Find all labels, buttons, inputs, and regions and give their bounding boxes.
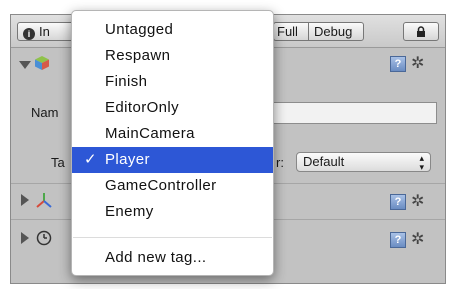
lock-button[interactable] xyxy=(403,22,439,41)
clock-icon xyxy=(36,230,52,246)
expand-icon[interactable] xyxy=(21,232,29,244)
layer-value: Default xyxy=(303,154,345,169)
collapse-icon[interactable] xyxy=(19,61,31,69)
menu-item-label: Player xyxy=(105,151,150,168)
help-icon[interactable]: ? xyxy=(390,232,406,248)
menu-item-enemy[interactable]: Enemy xyxy=(72,199,273,225)
menu-item-respawn[interactable]: Respawn xyxy=(72,43,273,69)
info-icon: i xyxy=(23,28,35,40)
menu-item-label: Untagged xyxy=(105,21,174,38)
updown-arrows-icon: ▴ ▾ xyxy=(419,153,424,172)
layer-label: r: xyxy=(276,155,284,170)
normal-mode-label: Full xyxy=(277,24,298,39)
lock-icon xyxy=(417,26,425,37)
name-label: Nam xyxy=(31,105,59,120)
checkmark-icon: ✓ xyxy=(84,151,97,168)
normal-mode-button[interactable]: Full xyxy=(273,22,309,41)
menu-separator xyxy=(73,237,272,238)
menu-item-label: EditorOnly xyxy=(105,99,180,116)
menu-item-maincamera[interactable]: MainCamera xyxy=(72,121,273,147)
gear-icon[interactable]: ✲ xyxy=(411,191,424,211)
debug-mode-label: Debug xyxy=(314,24,353,39)
layer-dropdown[interactable]: Default ▴ ▾ xyxy=(296,152,431,172)
menu-item-label: Add new tag... xyxy=(105,249,207,266)
expand-icon[interactable] xyxy=(21,194,29,206)
inspector-tab[interactable]: i In xyxy=(17,22,75,41)
tag-dropdown-menu: Untagged Respawn Finish EditorOnly MainC… xyxy=(71,10,274,276)
name-field[interactable] xyxy=(273,102,437,124)
menu-item-player[interactable]: ✓ Player xyxy=(72,147,273,173)
debug-mode-button[interactable]: Debug xyxy=(308,22,364,41)
gear-icon[interactable]: ✲ xyxy=(411,229,424,249)
help-icon[interactable]: ? xyxy=(390,56,406,72)
cube-icon xyxy=(35,56,49,70)
tag-label: Ta xyxy=(51,155,65,170)
menu-item-finish[interactable]: Finish xyxy=(72,69,273,95)
menu-item-gamecontroller[interactable]: GameController xyxy=(72,173,273,199)
menu-item-add-new-tag[interactable]: Add new tag... xyxy=(72,245,273,271)
inspector-tab-label: In xyxy=(39,24,50,39)
menu-item-label: MainCamera xyxy=(105,125,195,142)
menu-item-editoronly[interactable]: EditorOnly xyxy=(72,95,273,121)
transform-axes-icon xyxy=(36,193,52,208)
menu-item-untagged[interactable]: Untagged xyxy=(72,17,273,43)
menu-item-label: Enemy xyxy=(105,203,154,220)
menu-item-label: GameController xyxy=(105,177,217,194)
gear-icon[interactable]: ✲ xyxy=(411,53,424,73)
menu-item-label: Respawn xyxy=(105,47,171,64)
menu-item-label: Finish xyxy=(105,73,148,90)
help-icon[interactable]: ? xyxy=(390,194,406,210)
